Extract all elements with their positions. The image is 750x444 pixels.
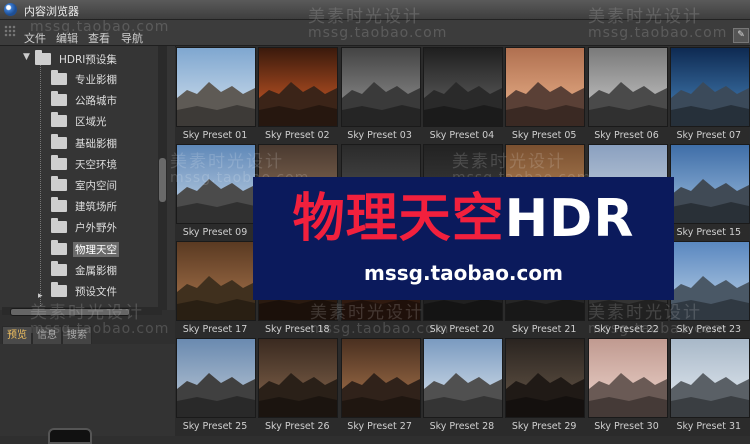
tab-search[interactable]: 搜索 <box>62 326 92 345</box>
preset-thumbnail[interactable]: Sky Preset 31 <box>669 338 750 433</box>
preview-swatch <box>48 428 92 444</box>
folder-icon <box>51 197 67 213</box>
tree-guide-line <box>40 58 42 310</box>
menu-navigate[interactable]: 导航 <box>121 33 143 44</box>
preset-label: Sky Preset 26 <box>265 421 330 432</box>
preset-thumbnail[interactable]: Sky Preset 23 <box>669 241 750 336</box>
preset-thumbnail[interactable]: Sky Preset 25 <box>175 338 256 433</box>
bottom-tabs: 预览 信息 搜索 <box>0 326 175 345</box>
sky-preview-image <box>176 144 256 224</box>
sky-preview-image <box>340 338 421 418</box>
tab-info[interactable]: 信息 <box>32 326 62 345</box>
menu-file[interactable]: 文件 <box>24 33 46 44</box>
preset-thumbnail[interactable]: Sky Preset 27 <box>340 338 421 433</box>
preset-label: Sky Preset 21 <box>511 324 577 335</box>
sky-preview-image <box>258 338 339 418</box>
preset-label: Sky Preset 07 <box>676 130 742 141</box>
preset-thumbnail[interactable]: Sky Preset 26 <box>257 338 339 433</box>
menu-edit[interactable]: 编辑 <box>56 33 78 44</box>
sky-preview-image <box>176 47 256 127</box>
tree-hscrollbar[interactable] <box>2 307 162 316</box>
preset-thumbnail[interactable]: Sky Preset 30 <box>587 338 668 433</box>
folder-icon <box>51 239 67 255</box>
folder-icon <box>51 112 67 128</box>
tree-scroll-thumb[interactable] <box>159 158 166 202</box>
grip-icon <box>4 25 16 37</box>
folder-icon <box>51 282 67 297</box>
preset-label: Sky Preset 25 <box>182 421 248 432</box>
sky-preview-image <box>669 338 750 418</box>
folder-icon <box>51 260 67 276</box>
preset-label: Sky Preset 20 <box>429 324 495 335</box>
sky-preview-image <box>669 241 750 321</box>
preset-thumbnail[interactable]: Sky Preset 09 <box>175 144 256 239</box>
preset-label: Sky Preset 31 <box>676 421 742 432</box>
sky-preview-image <box>176 241 256 321</box>
folder-icon <box>51 70 67 85</box>
preset-label: Sky Preset 06 <box>594 130 659 141</box>
sky-preview-image <box>669 144 750 224</box>
preset-label: Sky Preset 15 <box>676 227 742 238</box>
preset-label: Sky Preset 22 <box>594 324 659 335</box>
preset-label: Sky Preset 18 <box>265 324 330 335</box>
preset-label: Sky Preset 29 <box>511 421 577 432</box>
sky-preview-image <box>422 47 503 127</box>
preset-label: Sky Preset 23 <box>676 324 742 335</box>
sky-preview-image <box>422 338 503 418</box>
folder-icon <box>51 218 67 234</box>
folder-icon <box>51 133 67 149</box>
preset-label: Sky Preset 30 <box>594 421 659 432</box>
preset-label: Sky Preset 05 <box>511 130 577 141</box>
preset-thumbnail[interactable]: Sky Preset 05 <box>504 47 586 142</box>
sky-preview-image <box>669 47 750 127</box>
preset-label: Sky Preset 02 <box>265 130 330 141</box>
banner-title: 物理天空HDR <box>292 189 635 249</box>
promo-banner: 物理天空HDR mssg.taobao.com <box>253 177 674 300</box>
tab-preview[interactable]: 预览 <box>2 326 32 345</box>
preview-pane <box>0 344 175 444</box>
preset-label: Sky Preset 27 <box>347 421 412 432</box>
folder-icon <box>51 176 67 191</box>
folder-tree: ▼ HDRI预设集 专业影棚 公路城市 区域光 基础影棚 天空环境 室内空间 建筑场所 户外野… <box>0 46 176 310</box>
app-icon <box>4 3 17 16</box>
preset-label: Sky Preset 03 <box>347 130 412 141</box>
preset-thumbnail[interactable]: Sky Preset 29 <box>504 338 586 433</box>
sky-preview-image <box>176 338 256 418</box>
folder-icon <box>51 91 67 107</box>
pencil-icon[interactable]: ✎ <box>733 28 749 43</box>
preset-thumbnail[interactable]: Sky Preset 02 <box>257 47 339 142</box>
preset-label: Sky Preset 01 <box>182 130 248 141</box>
preset-label: Sky Preset 28 <box>429 421 495 432</box>
preset-label: Sky Preset 17 <box>182 324 248 335</box>
preset-thumbnail[interactable]: Sky Preset 28 <box>422 338 503 433</box>
preset-thumbnail[interactable]: Sky Preset 04 <box>422 47 503 142</box>
preset-thumbnail[interactable]: Sky Preset 01 <box>175 47 256 142</box>
expand-arrow-icon[interactable]: ▼ <box>23 52 30 62</box>
preset-label: Sky Preset 04 <box>429 130 495 141</box>
collapse-arrow-icon[interactable]: ▸ <box>38 291 43 301</box>
menu-view[interactable]: 查看 <box>88 33 110 44</box>
preset-label: Sky Preset 09 <box>182 227 248 238</box>
preset-thumbnail[interactable]: Sky Preset 07 <box>669 47 750 142</box>
sky-preview-image <box>587 338 668 418</box>
sky-preview-image <box>340 47 421 127</box>
preset-thumbnail[interactable]: Sky Preset 17 <box>175 241 256 336</box>
sky-preview-image <box>258 47 339 127</box>
folder-icon <box>35 50 51 65</box>
preset-thumbnail[interactable]: Sky Preset 15 <box>669 144 750 239</box>
preset-thumbnail[interactable]: Sky Preset 03 <box>340 47 421 142</box>
preset-thumbnail[interactable]: Sky Preset 06 <box>587 47 668 142</box>
sky-preview-image <box>505 338 586 418</box>
window-title: 内容浏览器 <box>24 5 79 18</box>
title-bar: 内容浏览器 <box>0 0 750 20</box>
folder-icon <box>51 154 67 170</box>
menu-bar: 文件 编辑 查看 导航 ✎ <box>0 20 750 46</box>
hscroll-thumb[interactable] <box>10 308 130 316</box>
sky-preview-image <box>505 47 586 127</box>
sky-preview-image <box>587 47 668 127</box>
banner-url: mssg.taobao.com <box>364 261 563 285</box>
